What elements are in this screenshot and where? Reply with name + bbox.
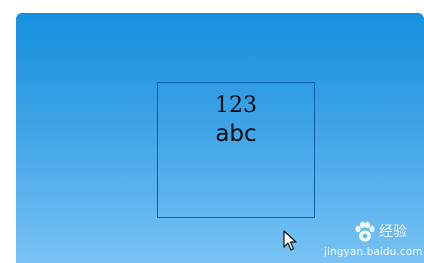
watermark-brand: 经验 [379,224,407,240]
text-box[interactable]: 123 abc [157,82,315,218]
watermark-url: jingyan.baidu.com [324,246,423,258]
watermark: 经验 jingyan.baidu.com [322,218,423,263]
text-line-numbers: 123 [215,93,257,118]
text-line-letters: abc [215,121,257,147]
drawing-canvas[interactable]: 123 abc 经验 jingyan.baidu.com [16,13,424,263]
paw-icon [355,221,375,242]
mouse-pointer-icon [283,230,297,251]
